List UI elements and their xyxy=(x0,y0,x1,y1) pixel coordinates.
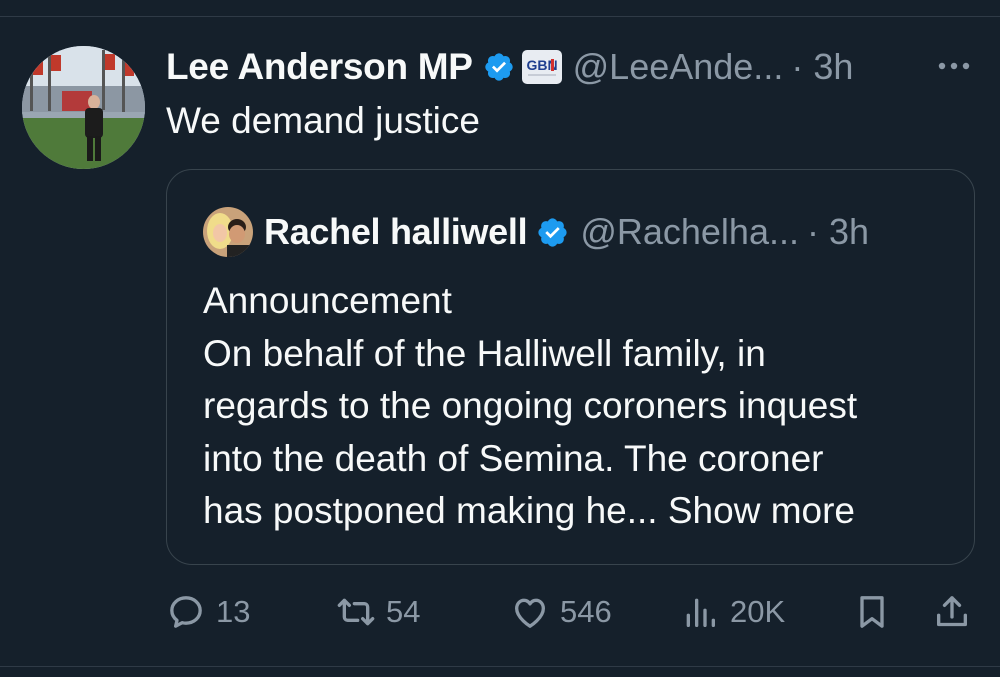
quoted-text-line: Announcement xyxy=(203,280,452,321)
quoted-text-line: regards to the ongoing coroners inquest xyxy=(203,385,858,426)
views-button[interactable]: 20K xyxy=(680,590,785,634)
quoted-tweet-time[interactable]: · 3h xyxy=(807,211,869,253)
like-button[interactable]: 546 xyxy=(510,590,612,634)
quoted-text-line: On behalf of the Halliwell family, in xyxy=(203,332,766,374)
author-handle[interactable]: @LeeAnde... xyxy=(573,46,784,88)
views-count: 20K xyxy=(730,594,786,629)
views-icon xyxy=(686,598,715,627)
truncated-text: has postponed making he... xyxy=(203,490,658,531)
like-count: 546 xyxy=(560,594,612,629)
show-more-link[interactable]: Show more xyxy=(668,490,855,531)
bookmark-icon xyxy=(860,596,884,628)
quoted-text-line: into the death of Semina. The coroner xyxy=(203,437,824,479)
tweet-text: We demand justice xyxy=(166,100,480,141)
quoted-author-handle[interactable]: @Rachelha... xyxy=(580,211,799,253)
repost-icon xyxy=(337,598,375,626)
quoted-text-line-last: has postponed making he... Show more xyxy=(203,485,963,538)
repost-count: 54 xyxy=(386,594,421,629)
author-avatar[interactable] xyxy=(22,46,145,169)
reply-count: 13 xyxy=(216,594,251,629)
quoted-author-name[interactable]: Rachel halliwell xyxy=(264,211,528,253)
reply-button[interactable]: 13 xyxy=(166,590,250,634)
quoted-author-avatar xyxy=(203,207,253,257)
tweet-actions: 13 54 546 20K xyxy=(166,590,976,634)
top-divider xyxy=(0,16,1000,17)
verified-badge-icon xyxy=(536,216,569,249)
more-options-icon[interactable] xyxy=(934,56,974,76)
bookmark-button[interactable] xyxy=(852,590,892,634)
reply-icon xyxy=(170,596,202,628)
share-button[interactable] xyxy=(932,590,972,634)
quoted-tweet-card[interactable]: Rachel halliwell @Rachelha... · 3h Annou… xyxy=(166,169,975,565)
tweet-header: Lee Anderson MP GBN @LeeAnde... · 3h xyxy=(166,44,974,90)
quoted-tweet-text: Announcement On behalf of the Halliwell … xyxy=(203,275,963,538)
repost-button[interactable]: 54 xyxy=(336,590,420,634)
author-name[interactable]: Lee Anderson MP xyxy=(166,46,473,88)
like-icon xyxy=(515,598,545,628)
affiliate-badge[interactable]: GBN xyxy=(521,50,562,84)
share-icon xyxy=(937,596,967,627)
tweet-time[interactable]: · 3h xyxy=(791,46,853,88)
bottom-divider xyxy=(0,666,1000,667)
verified-badge-icon[interactable] xyxy=(483,51,515,83)
quoted-tweet-header: Rachel halliwell @Rachelha... · 3h xyxy=(203,207,869,257)
